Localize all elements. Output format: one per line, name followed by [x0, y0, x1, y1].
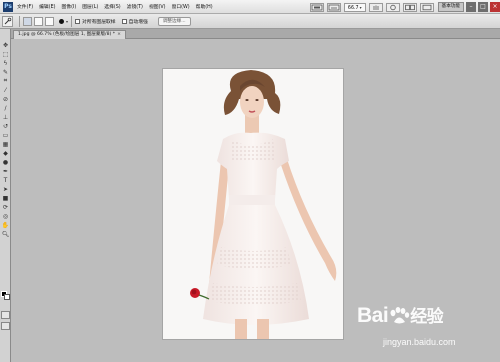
menu-filter[interactable]: 滤镜(T) — [127, 3, 143, 10]
options-bar: ▾ 对所有图层取样 自动增强 调整边缘... — [0, 14, 500, 29]
menu-layer[interactable]: 图层(L) — [82, 3, 98, 10]
lasso-tool-icon[interactable]: ϟ — [1, 59, 10, 67]
screen-mode-icon[interactable] — [419, 2, 434, 12]
watermark-logo-cn: 经验 — [410, 307, 444, 326]
chevron-down-icon[interactable]: ▾ — [66, 19, 68, 24]
shape-tool-icon[interactable]: ■ — [1, 194, 10, 202]
document-tab-bar: 1.jpg @ 66.7% (色板/绘图层 1, 图层蒙版/8) * × — [11, 29, 500, 39]
subtract-from-selection-icon[interactable] — [45, 16, 54, 26]
model-photo — [163, 69, 343, 339]
new-selection-icon[interactable] — [23, 16, 32, 26]
menu-select[interactable]: 选择(S) — [104, 3, 120, 10]
3d-camera-tool-icon[interactable]: ◎ — [1, 212, 10, 220]
quick-selection-tool-preset-icon[interactable] — [2, 15, 13, 27]
gradient-tool-icon[interactable]: ▦ — [1, 140, 10, 148]
menu-image[interactable]: 图像(I) — [61, 3, 76, 10]
document-tab-title: 1.jpg @ 66.7% (色板/绘图层 1, 图层蒙版/8) * — [18, 32, 116, 37]
watermark-url: jingyan.baidu.com — [383, 337, 456, 347]
path-selection-tool-icon[interactable]: ➤ — [1, 185, 10, 193]
menu-bar: Ps 文件(F) 编辑(E) 图像(I) 图层(L) 选择(S) 滤镜(T) 视… — [0, 0, 500, 14]
add-to-selection-icon[interactable] — [34, 16, 43, 26]
dodge-tool-icon[interactable]: ● — [1, 158, 10, 166]
workspace-switcher[interactable]: 基本功能 — [437, 2, 464, 12]
clone-stamp-tool-icon[interactable]: ⊥ — [1, 113, 10, 121]
quick-selection-tool-icon[interactable]: ✎ — [1, 68, 10, 76]
arrange-documents-icon[interactable] — [402, 2, 417, 12]
watermark-logo-text: Bai — [357, 304, 389, 327]
marquee-tool-icon[interactable]: ⬚ — [1, 50, 10, 58]
baidu-jingyan-watermark: Bai 经验 jingyan.baidu.com — [355, 300, 495, 358]
menu-view[interactable]: 视图(V) — [149, 3, 166, 10]
pen-tool-icon[interactable]: ✒ — [1, 167, 10, 175]
photoshop-logo: Ps — [3, 1, 13, 12]
close-icon[interactable]: × — [490, 2, 500, 12]
blur-tool-icon[interactable]: ◆ — [1, 149, 10, 157]
document-canvas[interactable] — [163, 69, 343, 339]
eraser-tool-icon[interactable]: ▭ — [1, 131, 10, 139]
minimize-icon[interactable]: – — [466, 2, 476, 12]
toolbox: ✥ ⬚ ϟ ✎ ⌗ ⁄ ⊘ ∕ ⊥ ↺ ▭ ▦ ◆ ● ✒ T ➤ ■ ⟳ ◎ … — [0, 29, 11, 362]
quick-mask-mode-icon[interactable] — [1, 311, 10, 319]
eyedropper-tool-icon[interactable]: ⁄ — [1, 86, 10, 94]
chevron-down-icon: ▾ — [359, 4, 362, 10]
auto-enhance-label: 自动增强 — [128, 19, 148, 25]
hand-tool-icon[interactable]: ✋ — [1, 221, 10, 229]
sample-all-layers-label: 对所有图层取样 — [82, 19, 116, 25]
type-tool-icon[interactable]: T — [1, 176, 10, 184]
healing-brush-tool-icon[interactable]: ⊘ — [1, 95, 10, 103]
rotate-view-icon[interactable] — [385, 2, 400, 12]
move-tool-icon[interactable]: ✥ — [1, 41, 10, 49]
watermark-logo: Bai 经验 — [357, 302, 444, 328]
divider — [71, 15, 73, 27]
background-color-swatch[interactable] — [4, 294, 10, 300]
bridge-icon[interactable] — [309, 2, 324, 12]
zoom-level-value: 66.7 — [347, 5, 359, 11]
menu-file[interactable]: 文件(F) — [17, 3, 33, 10]
3d-rotate-tool-icon[interactable]: ⟳ — [1, 203, 10, 211]
menu-edit[interactable]: 编辑(E) — [39, 3, 55, 10]
history-brush-tool-icon[interactable]: ↺ — [1, 122, 10, 130]
menu-help[interactable]: 帮助(H) — [196, 3, 213, 10]
crop-tool-icon[interactable]: ⌗ — [1, 77, 10, 85]
maximize-icon[interactable]: □ — [478, 2, 488, 12]
zoom-level-dropdown[interactable]: 66.7▾ — [343, 2, 366, 12]
auto-enhance-checkbox[interactable] — [121, 18, 127, 24]
mini-bridge-icon[interactable] — [326, 2, 341, 12]
refine-edge-button[interactable]: 调整边缘... — [157, 16, 191, 26]
brush-size-icon[interactable] — [59, 18, 64, 24]
document-tab[interactable]: 1.jpg @ 66.7% (色板/绘图层 1, 图层蒙版/8) * × — [13, 30, 126, 39]
divider — [19, 15, 20, 27]
screen-mode-toggle-icon[interactable] — [1, 322, 10, 330]
baidu-paw-icon — [390, 307, 410, 324]
hand-tool-icon[interactable] — [368, 2, 383, 12]
brush-tool-icon[interactable]: ∕ — [1, 104, 10, 112]
menubar-right-controls: 66.7▾ 基本功能 – □ × — [307, 0, 500, 14]
close-tab-icon[interactable]: × — [117, 32, 121, 37]
zoom-tool-icon[interactable]: 🔍︎ — [1, 230, 10, 238]
menu-window[interactable]: 窗口(W) — [172, 3, 190, 10]
sample-all-layers-checkbox[interactable] — [75, 18, 81, 24]
